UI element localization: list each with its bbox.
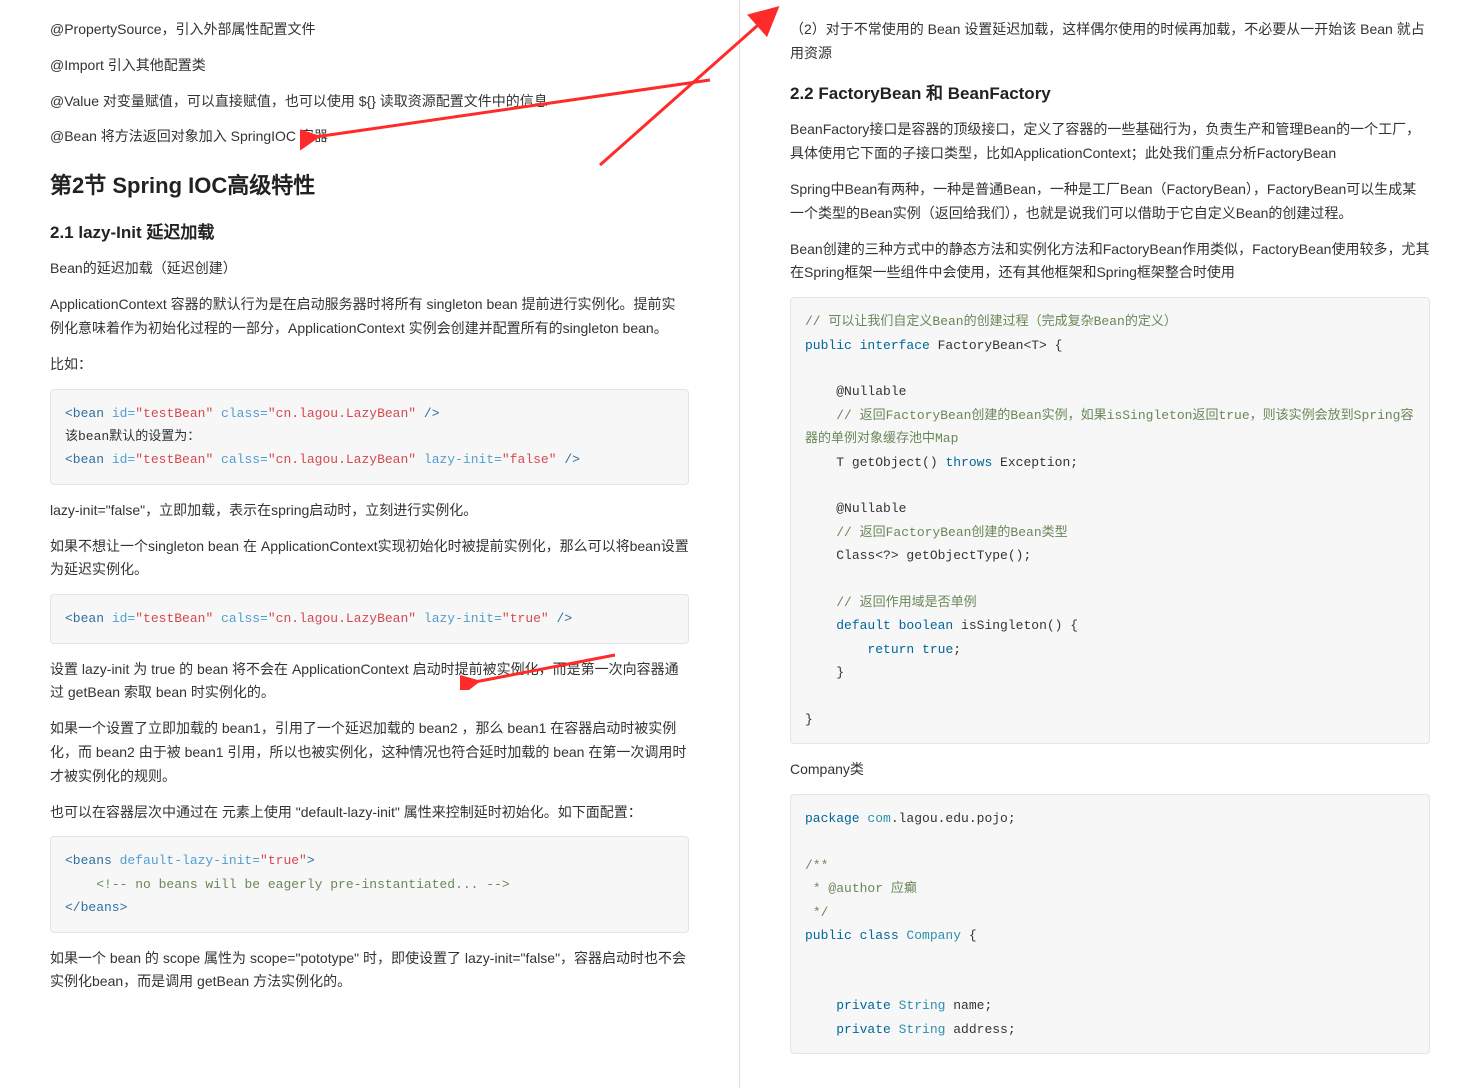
paragraph: BeanFactory接口是容器的顶级接口，定义了容器的一些基础行为，负责生产和… <box>790 118 1430 166</box>
paragraph: lazy-init="false"，立即加载，表示在spring启动时，立刻进行… <box>50 499 689 523</box>
paragraph: 设置 lazy-init 为 true 的 bean 将不会在 Applicat… <box>50 658 689 706</box>
left-column: @PropertySource，引入外部属性配置文件 @Import 引入其他配… <box>0 0 740 1088</box>
code-block-xml-2: <bean id="testBean" calss="cn.lagou.Lazy… <box>50 594 689 643</box>
paragraph: 如果不想让一个singleton bean 在 ApplicationConte… <box>50 535 689 583</box>
paragraph: Bean创建的三种方式中的静态方法和实例化方法和FactoryBean作用类似，… <box>790 238 1430 286</box>
section-heading: 第2节 Spring IOC高级特性 <box>50 167 689 204</box>
code-block-java-company: package com.lagou.edu.pojo; /** * @autho… <box>790 794 1430 1054</box>
paragraph: ApplicationContext 容器的默认行为是在启动服务器时将所有 si… <box>50 293 689 341</box>
code-block-xml-3: <beans default-lazy-init="true"> <!-- no… <box>50 836 689 932</box>
document-page: @PropertySource，引入外部属性配置文件 @Import 引入其他配… <box>0 0 1480 1088</box>
paragraph: 如果一个 bean 的 scope 属性为 scope="pototype" 时… <box>50 947 689 995</box>
code-block-xml-1: <bean id="testBean" class="cn.lagou.Lazy… <box>50 389 689 485</box>
paragraph: 如果一个设置了立即加载的 bean1，引用了一个延迟加载的 bean2 ，那么 … <box>50 717 689 788</box>
paragraph: Spring中Bean有两种，一种是普通Bean，一种是工厂Bean（Facto… <box>790 178 1430 226</box>
paragraph: @Value 对变量赋值，可以直接赋值，也可以使用 ${} 读取资源配置文件中的… <box>50 90 689 114</box>
subsection-heading: 2.1 lazy-Init 延迟加载 <box>50 219 689 248</box>
paragraph: @PropertySource，引入外部属性配置文件 <box>50 18 689 42</box>
paragraph: 比如： <box>50 353 689 377</box>
subsection-heading: 2.2 FactoryBean 和 BeanFactory <box>790 80 1430 109</box>
code-block-java-factorybean: // 可以让我们自定义Bean的创建过程（完成复杂Bean的定义） public… <box>790 297 1430 744</box>
paragraph: （2）对于不常使用的 Bean 设置延迟加载，这样偶尔使用的时候再加载，不必要从… <box>790 18 1430 66</box>
paragraph: Bean的延迟加载（延迟创建） <box>50 257 689 281</box>
paragraph: @Import 引入其他配置类 <box>50 54 689 78</box>
right-column: （2）对于不常使用的 Bean 设置延迟加载，这样偶尔使用的时候再加载，不必要从… <box>740 0 1480 1088</box>
paragraph: 也可以在容器层次中通过在 元素上使用 "default-lazy-init" 属… <box>50 801 689 825</box>
paragraph: @Bean 将方法返回对象加入 SpringIOC 容器 <box>50 125 689 149</box>
paragraph: Company类 <box>790 758 1430 782</box>
